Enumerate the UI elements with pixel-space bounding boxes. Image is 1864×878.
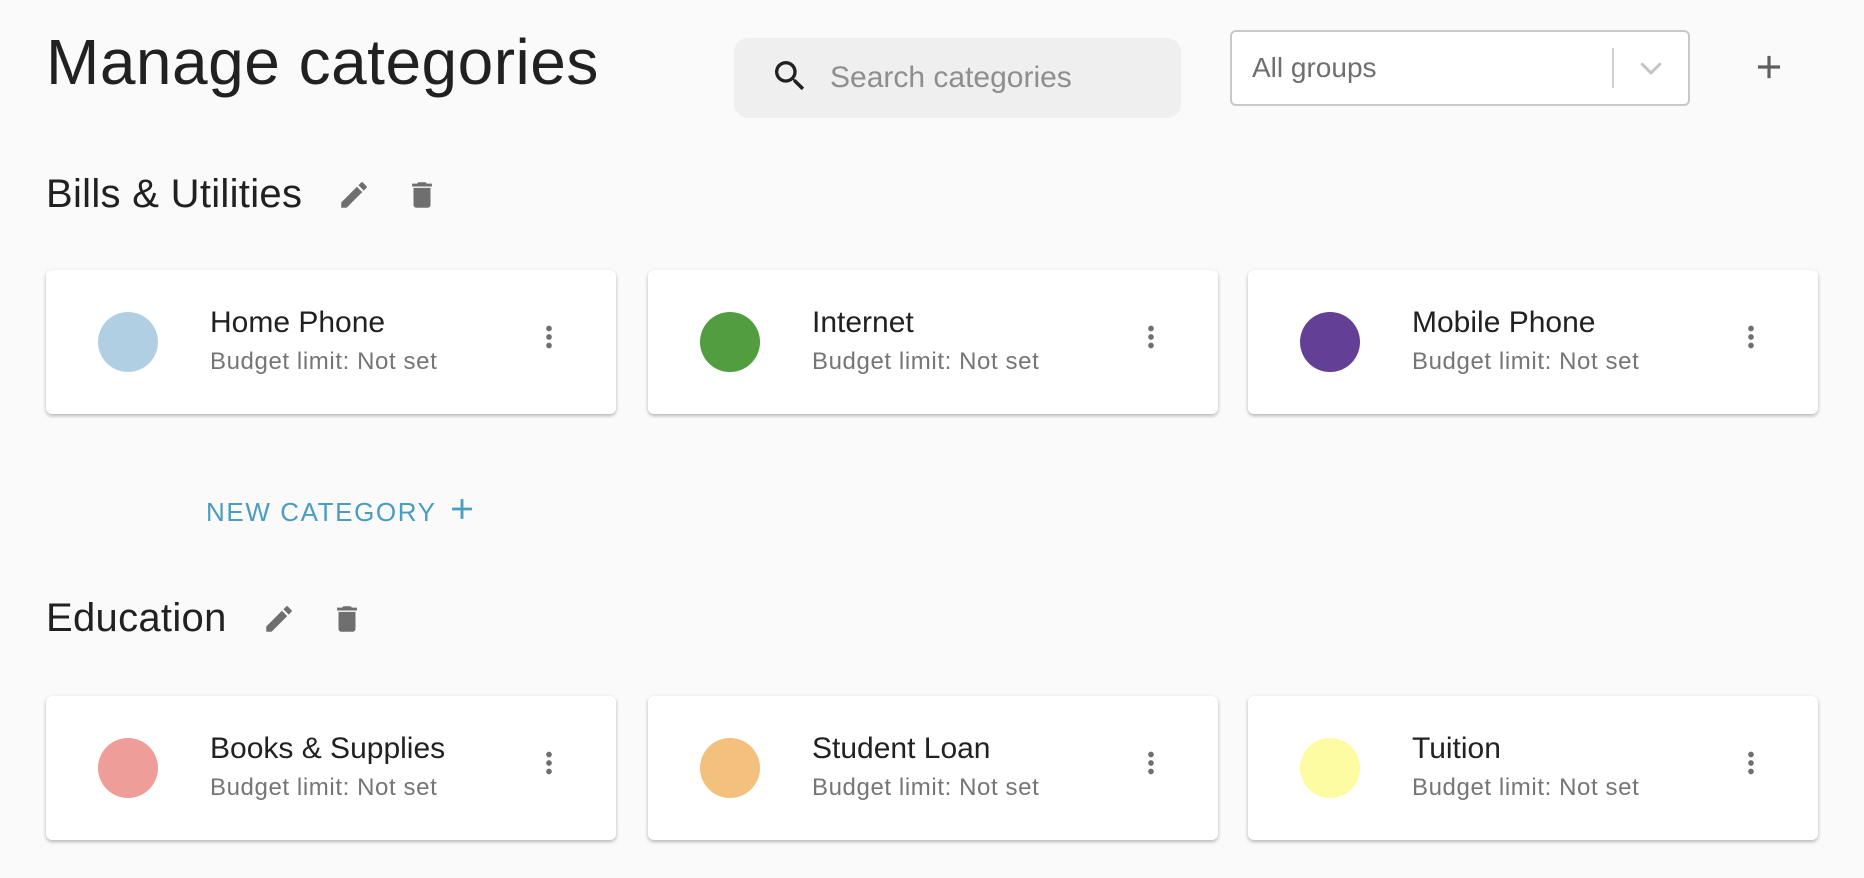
- search-input[interactable]: [830, 61, 1170, 95]
- category-card[interactable]: Mobile Phone Budget limit: Not set: [1248, 270, 1818, 414]
- more-vert-icon[interactable]: [1134, 738, 1168, 788]
- search-box[interactable]: [734, 38, 1181, 118]
- category-name: Books & Supplies: [210, 732, 446, 765]
- category-name: Tuition: [1412, 732, 1501, 765]
- new-category-label: NEW CATEGORY: [206, 497, 437, 527]
- add-group-button[interactable]: [1744, 44, 1794, 94]
- page-title: Manage categories: [46, 26, 599, 98]
- pencil-icon[interactable]: [259, 599, 299, 639]
- trash-icon[interactable]: [327, 599, 367, 639]
- group-header: Bills & Utilities: [46, 172, 442, 217]
- group-filter-select[interactable]: All groups: [1230, 30, 1690, 106]
- category-color-swatch: [98, 312, 158, 372]
- search-icon: [770, 56, 810, 101]
- category-budget: Budget limit: Not set: [210, 348, 438, 375]
- category-color-swatch: [98, 738, 158, 798]
- category-name: Internet: [812, 306, 914, 339]
- category-card[interactable]: Internet Budget limit: Not set: [648, 270, 1218, 414]
- category-card[interactable]: Home Phone Budget limit: Not set: [46, 270, 616, 414]
- category-name: Mobile Phone: [1412, 306, 1596, 339]
- manage-categories-page: Manage categories All groups Bills & Uti…: [0, 0, 1864, 878]
- category-budget: Budget limit: Not set: [1412, 348, 1640, 375]
- category-card[interactable]: Tuition Budget limit: Not set: [1248, 696, 1818, 840]
- more-vert-icon[interactable]: [1134, 312, 1168, 362]
- category-budget: Budget limit: Not set: [812, 348, 1040, 375]
- category-name: Student Loan: [812, 732, 991, 765]
- category-budget: Budget limit: Not set: [210, 774, 438, 801]
- plus-icon: [437, 492, 479, 533]
- more-vert-icon[interactable]: [1734, 738, 1768, 788]
- trash-icon[interactable]: [402, 175, 442, 215]
- group-header: Education: [46, 596, 367, 641]
- chevron-down-icon[interactable]: [1614, 53, 1688, 83]
- new-category-button[interactable]: NEW CATEGORY: [206, 492, 479, 533]
- more-vert-icon[interactable]: [532, 312, 566, 362]
- category-card[interactable]: Student Loan Budget limit: Not set: [648, 696, 1218, 840]
- category-color-swatch: [1300, 738, 1360, 798]
- category-card[interactable]: Books & Supplies Budget limit: Not set: [46, 696, 616, 840]
- plus-icon: [1750, 48, 1788, 91]
- pencil-icon[interactable]: [334, 175, 374, 215]
- group-title: Education: [46, 596, 227, 640]
- category-color-swatch: [700, 312, 760, 372]
- group-filter-value: All groups: [1252, 52, 1377, 83]
- more-vert-icon[interactable]: [532, 738, 566, 788]
- category-budget: Budget limit: Not set: [1412, 774, 1640, 801]
- category-name: Home Phone: [210, 306, 386, 339]
- category-budget: Budget limit: Not set: [812, 774, 1040, 801]
- category-color-swatch: [1300, 312, 1360, 372]
- more-vert-icon[interactable]: [1734, 312, 1768, 362]
- category-color-swatch: [700, 738, 760, 798]
- group-title: Bills & Utilities: [46, 172, 303, 216]
